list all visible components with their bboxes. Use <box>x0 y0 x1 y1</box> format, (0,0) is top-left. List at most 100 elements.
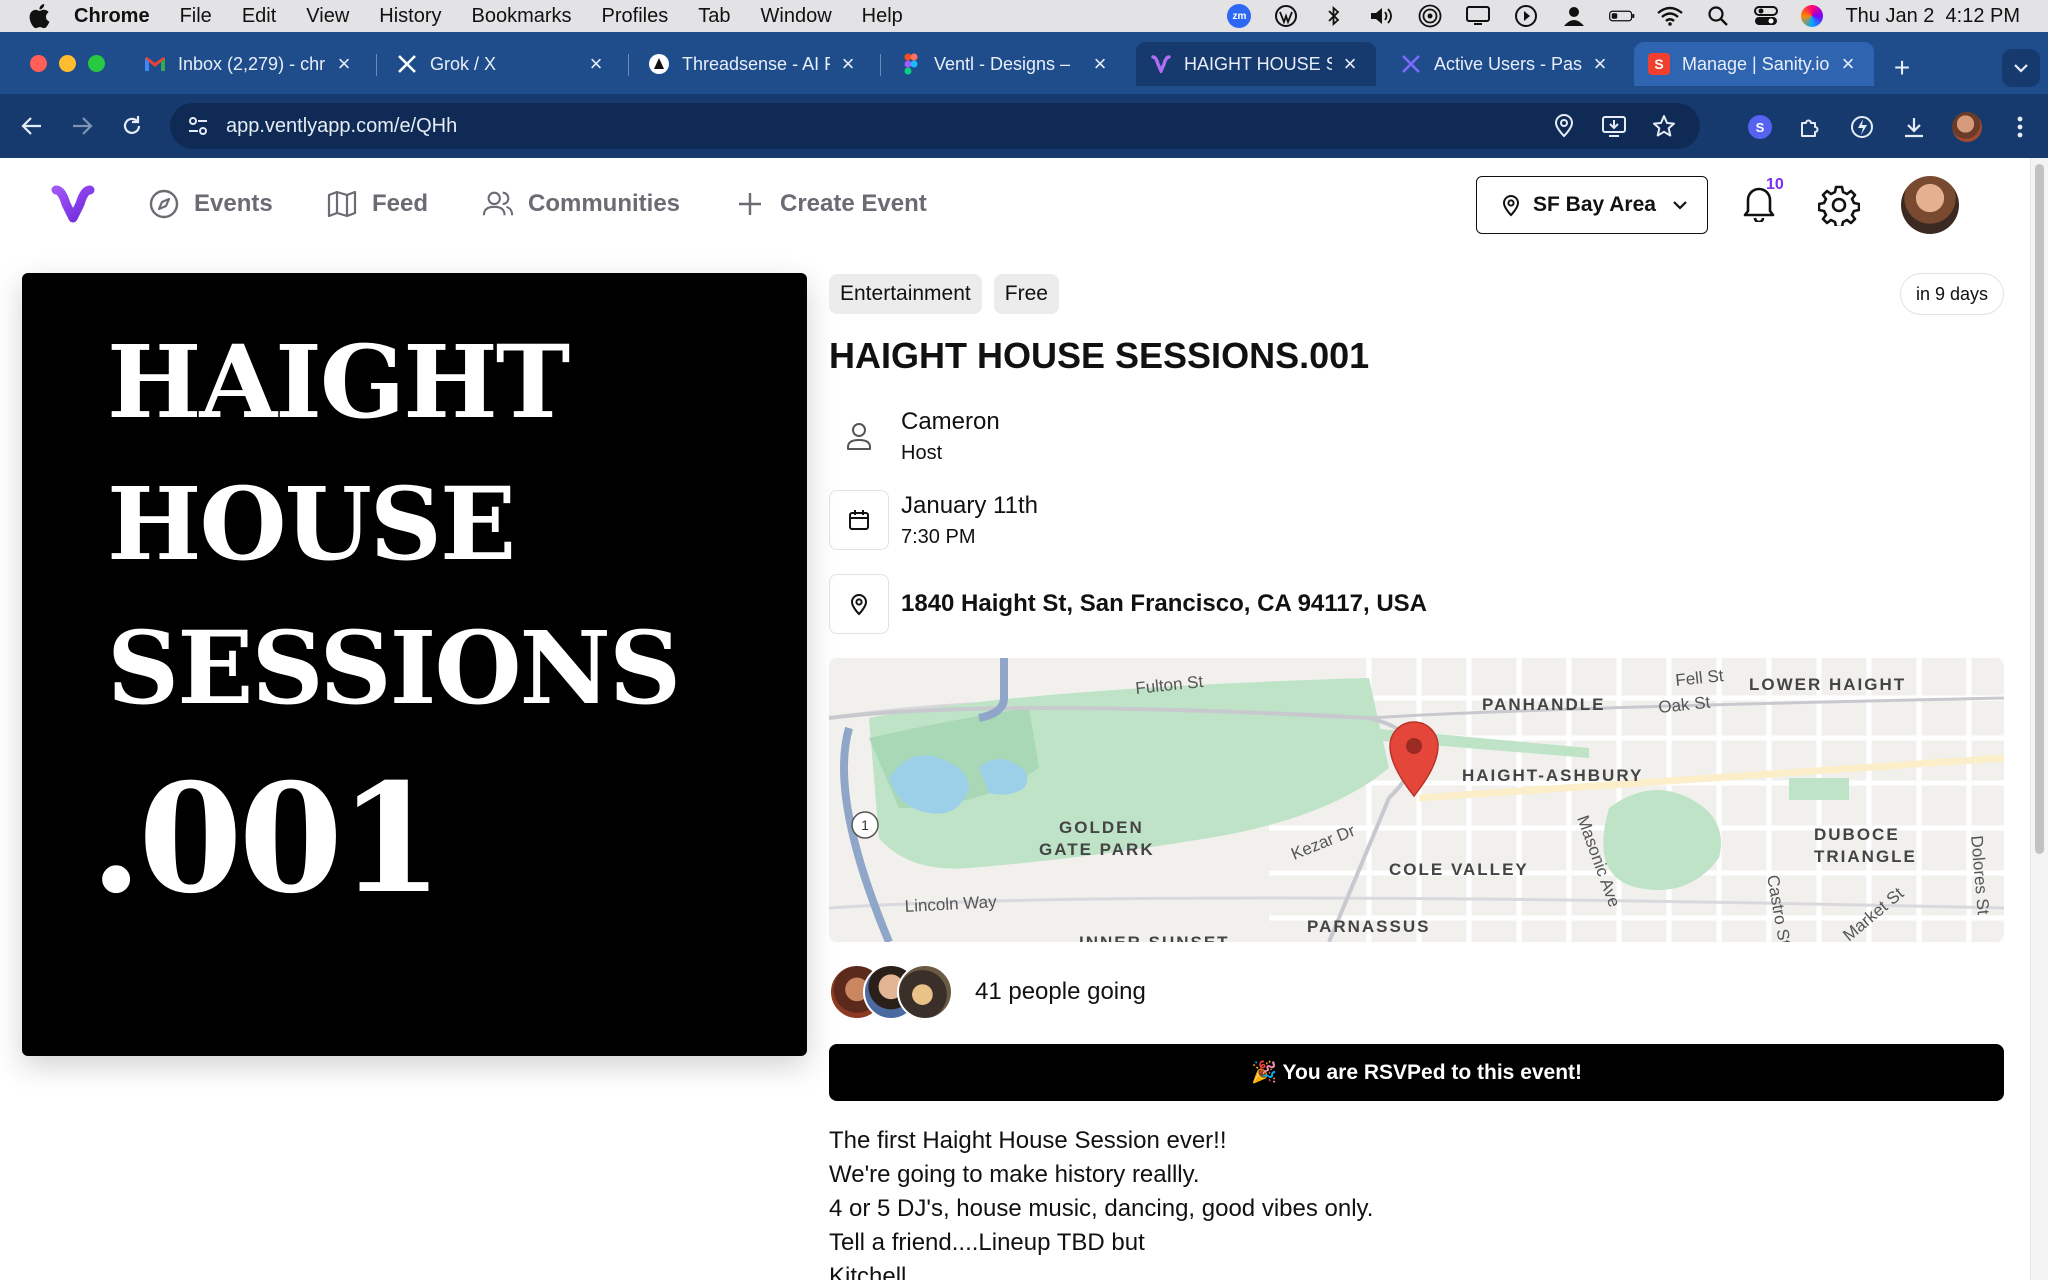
zoom-window-button[interactable] <box>88 55 105 72</box>
url-text[interactable]: app.ventlyapp.com/e/QHh <box>226 115 457 138</box>
user-avatar[interactable] <box>1901 176 1959 234</box>
page-scrollbar[interactable] <box>2030 158 2048 1280</box>
event-address[interactable]: 1840 Haight St, San Francisco, CA 94117,… <box>901 590 1427 618</box>
battery-icon[interactable] <box>1609 5 1635 27</box>
event-location-map[interactable]: 1 PANHANDLE LOWER HAIGHT HAIGHT-ASHBURY … <box>829 658 2004 942</box>
map-pin-icon <box>1502 195 1520 217</box>
display-icon[interactable] <box>1465 5 1491 27</box>
tab-search-button[interactable] <box>2002 49 2040 87</box>
close-tab-icon[interactable]: × <box>1588 51 1612 76</box>
browser-profile-avatar[interactable] <box>1952 112 1982 142</box>
menu-view[interactable]: View <box>306 5 349 28</box>
install-app-icon[interactable] <box>1600 112 1628 140</box>
menu-edit[interactable]: Edit <box>242 5 276 28</box>
menu-app-name[interactable]: Chrome <box>74 5 150 28</box>
menu-clock[interactable]: Thu Jan 2 4:12 PM <box>1845 5 2020 28</box>
date-row: January 11th 7:30 PM <box>829 490 1038 550</box>
app-navbar: Events Feed Communities Create Event SF … <box>0 158 2030 248</box>
tab-title: Threadsense - AI F <box>682 53 830 74</box>
menu-window[interactable]: Window <box>761 5 832 28</box>
downloads-icon[interactable] <box>1900 113 1928 141</box>
nav-events[interactable]: Events <box>148 188 273 220</box>
chevron-down-icon <box>2014 64 2028 73</box>
back-button[interactable] <box>16 110 48 142</box>
host-row[interactable]: Cameron Host <box>829 406 1000 466</box>
description-line: Kitchell <box>829 1263 907 1280</box>
scrollbar-thumb[interactable] <box>2035 164 2044 854</box>
apple-icon[interactable] <box>28 3 54 29</box>
browser-tab-passage[interactable]: Active Users - Pas × <box>1386 42 1626 86</box>
attendance-count[interactable]: 41 people going <box>975 978 1146 1006</box>
user-icon[interactable] <box>1561 5 1587 27</box>
address-row[interactable]: 1840 Haight St, San Francisco, CA 94117,… <box>829 574 1427 634</box>
svg-text:S: S <box>1654 56 1663 72</box>
toolbar-actions: S <box>1748 112 2034 142</box>
close-tab-icon[interactable]: × <box>1088 51 1112 76</box>
poster-line-4: .001 <box>90 751 443 927</box>
nav-feed[interactable]: Feed <box>326 188 428 220</box>
performance-icon[interactable] <box>1848 113 1876 141</box>
site-settings-icon[interactable] <box>184 112 212 140</box>
bookmark-star-icon[interactable] <box>1650 112 1678 140</box>
spotlight-search-icon[interactable] <box>1705 5 1731 27</box>
map-label-cole-valley: COLE VALLEY <box>1389 860 1529 879</box>
browser-tab-gmail[interactable]: Inbox (2,279) - chr × <box>130 42 370 86</box>
menu-profiles[interactable]: Profiles <box>602 5 669 28</box>
notifications-button[interactable]: 10 <box>1742 176 1784 224</box>
more-options-icon[interactable] <box>2006 113 2034 141</box>
browser-tab-figma[interactable]: Ventl - Designs – × <box>886 42 1126 86</box>
close-tab-icon[interactable]: × <box>584 51 608 76</box>
description-line: The first Haight House Session ever!! <box>829 1127 1227 1154</box>
description-line: We're going to make history reallly. <box>829 1161 1200 1188</box>
wordpress-icon[interactable] <box>1273 5 1299 27</box>
location-selector[interactable]: SF Bay Area <box>1476 176 1708 234</box>
tag-free[interactable]: Free <box>993 274 1059 314</box>
tag-entertainment[interactable]: Entertainment <box>829 274 982 314</box>
close-window-button[interactable] <box>30 55 47 72</box>
control-center-icon[interactable] <box>1753 5 1779 27</box>
airdrop-icon[interactable] <box>1417 4 1443 28</box>
close-tab-icon[interactable]: × <box>1338 51 1362 76</box>
wifi-icon[interactable] <box>1657 5 1684 27</box>
bluetooth-icon[interactable] <box>1321 5 1347 27</box>
nav-communities[interactable]: Communities <box>482 188 680 220</box>
minimize-window-button[interactable] <box>59 55 76 72</box>
user-icon <box>829 406 889 466</box>
ventl-logo-icon[interactable] <box>50 184 96 224</box>
address-bar[interactable]: app.ventlyapp.com/e/QHh <box>170 103 1700 149</box>
settings-button[interactable] <box>1817 184 1861 229</box>
zoom-icon[interactable]: zm <box>1227 4 1252 28</box>
forward-button[interactable] <box>66 110 98 142</box>
event-description: The first Haight House Session ever!! We… <box>829 1124 1373 1280</box>
reload-button[interactable] <box>116 110 148 142</box>
host-label: Host <box>901 441 943 464</box>
sanity-icon: S <box>1648 53 1670 75</box>
new-tab-button[interactable]: + <box>1888 52 1916 83</box>
browser-tab-grok[interactable]: Grok / X × <box>382 42 622 86</box>
attendees-row[interactable]: 41 people going <box>829 964 1146 1020</box>
menu-file[interactable]: File <box>180 5 212 28</box>
siri-icon[interactable] <box>1801 5 1824 27</box>
chevron-down-icon <box>1673 201 1687 210</box>
browser-tab-sanity[interactable]: S Manage | Sanity.io × <box>1634 42 1874 86</box>
extension-s-icon[interactable]: S <box>1748 115 1772 139</box>
rsvp-status-button[interactable]: 🎉 You are RSVPed to this event! <box>829 1044 2004 1101</box>
menu-history[interactable]: History <box>379 5 441 28</box>
browser-tab-active-event[interactable]: HAIGHT HOUSE SE × <box>1136 42 1376 86</box>
menu-help[interactable]: Help <box>862 5 903 28</box>
volume-icon[interactable] <box>1369 5 1395 27</box>
close-tab-icon[interactable]: × <box>332 51 356 76</box>
browser-toolbar: app.ventlyapp.com/e/QHh S <box>0 94 2048 158</box>
nav-create-event[interactable]: Create Event <box>734 188 927 220</box>
extensions-puzzle-icon[interactable] <box>1796 113 1824 141</box>
menu-tab[interactable]: Tab <box>698 5 730 28</box>
browser-tab-strip: Inbox (2,279) - chr × Grok / X × Threads… <box>0 32 2048 94</box>
location-pin-icon[interactable] <box>1550 112 1578 140</box>
menu-bookmarks[interactable]: Bookmarks <box>472 5 572 28</box>
close-tab-icon[interactable]: × <box>836 51 860 76</box>
map-label-triangle: TRIANGLE <box>1814 847 1917 866</box>
close-tab-icon[interactable]: × <box>1836 51 1860 76</box>
play-icon[interactable] <box>1513 5 1539 27</box>
browser-tab-threadsense[interactable]: Threadsense - AI F × <box>634 42 874 86</box>
host-name[interactable]: Cameron <box>901 408 1000 436</box>
